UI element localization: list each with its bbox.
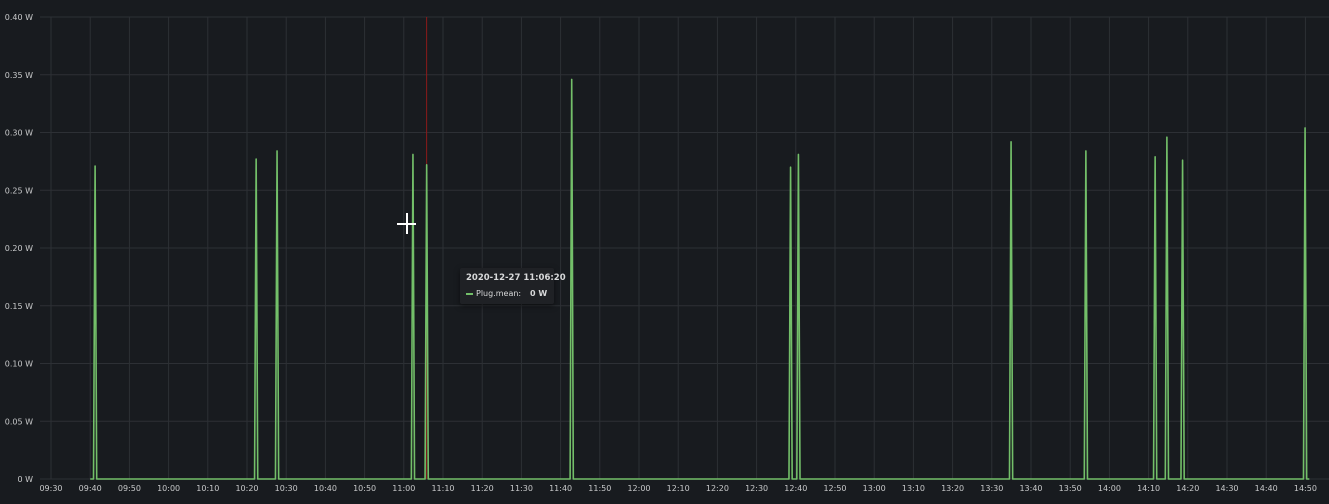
x-tick-label: 13:50 — [1059, 484, 1082, 493]
x-axis: 09:30 09:40 09:50 10:00 10:10 10:20 10:30 10:40… — [39, 484, 1316, 493]
y-axis: 0 W 0.05 W 0.10 W 0.15 W 0.20 W 0.25 W 0.30 W 0… — [5, 13, 33, 484]
y-tick-label: 0.05 W — [5, 417, 33, 426]
y-tick-label: 0.10 W — [5, 360, 33, 369]
x-tick-label: 14:30 — [1215, 484, 1238, 493]
x-tick-label: 09:40 — [79, 484, 102, 493]
x-tick-label: 14:10 — [1137, 484, 1160, 493]
x-tick-label: 14:00 — [1098, 484, 1121, 493]
x-tick-label: 13:10 — [902, 484, 925, 493]
time-series-chart[interactable]: 0 W 0.05 W 0.10 W 0.15 W 0.20 W 0.25 W 0.30 W 0… — [0, 0, 1329, 504]
tooltip-time: 2020-12-27 11:06:20 — [466, 273, 566, 283]
x-tick-label: 10:20 — [235, 484, 258, 493]
x-tick-label: 13:40 — [1019, 484, 1042, 493]
x-tick-label: 09:50 — [118, 484, 141, 493]
crosshair-cursor-icon-vertical — [406, 213, 408, 234]
x-tick-label: 14:20 — [1176, 484, 1199, 493]
x-tick-label: 13:30 — [980, 484, 1003, 493]
x-tick-label: 11:40 — [549, 484, 572, 493]
hover-tooltip: 2020-12-27 11:06:20 Plug.mean: 0 W — [460, 268, 566, 304]
tooltip-series-row: Plug.mean: — [466, 289, 521, 298]
x-tick-label: 10:00 — [157, 484, 180, 493]
y-tick-label: 0.20 W — [5, 244, 33, 253]
x-tick-label: 12:30 — [745, 484, 768, 493]
y-tick-label: 0 W — [17, 475, 33, 484]
y-tick-label: 0.30 W — [5, 129, 33, 138]
series-color-swatch — [466, 292, 473, 295]
x-tick-label: 11:10 — [431, 484, 454, 493]
y-tick-label: 0.15 W — [5, 302, 33, 311]
x-tick-label: 10:30 — [275, 484, 298, 493]
x-tick-label: 13:00 — [863, 484, 886, 493]
grid — [40, 16, 1329, 480]
x-tick-label: 10:50 — [353, 484, 376, 493]
series-line-plug-mean — [90, 78, 1310, 480]
x-tick-label: 13:20 — [941, 484, 964, 493]
x-tick-label: 11:50 — [588, 484, 611, 493]
x-tick-label: 12:00 — [627, 484, 650, 493]
y-tick-label: 0.35 W — [5, 71, 33, 80]
x-tick-label: 14:40 — [1255, 484, 1278, 493]
x-tick-label: 12:50 — [823, 484, 846, 493]
tooltip-value: 0 W — [530, 289, 548, 298]
x-tick-label: 09:30 — [39, 484, 62, 493]
x-tick-label: 11:30 — [510, 484, 533, 493]
x-tick-label: 12:40 — [784, 484, 807, 493]
x-tick-label: 11:00 — [392, 484, 415, 493]
x-tick-label: 12:10 — [667, 484, 690, 493]
x-tick-label: 11:20 — [471, 484, 494, 493]
x-tick-label: 12:20 — [706, 484, 729, 493]
x-tick-label: 10:40 — [314, 484, 337, 493]
x-tick-label: 14:50 — [1294, 484, 1317, 493]
y-tick-label: 0.25 W — [5, 186, 33, 195]
y-tick-label: 0.40 W — [5, 13, 33, 22]
x-tick-label: 10:10 — [196, 484, 219, 493]
tooltip-series-label: Plug.mean: — [476, 289, 522, 298]
